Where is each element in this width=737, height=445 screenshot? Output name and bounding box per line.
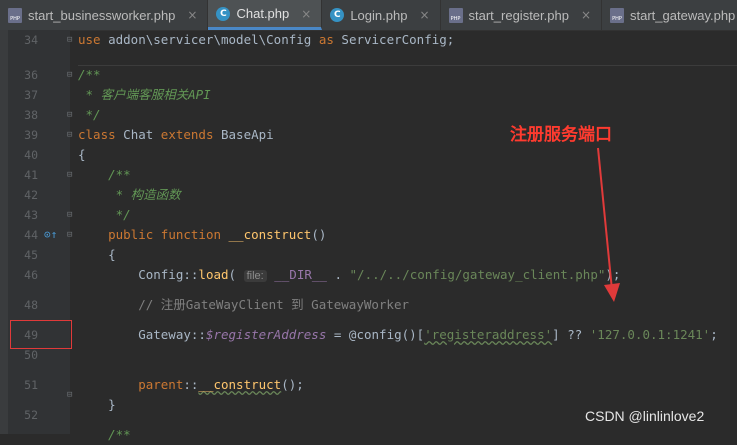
annotation-arrow	[597, 147, 620, 302]
highlight-box	[10, 320, 72, 349]
watermark: CSDN @linlinlove2	[585, 408, 705, 424]
